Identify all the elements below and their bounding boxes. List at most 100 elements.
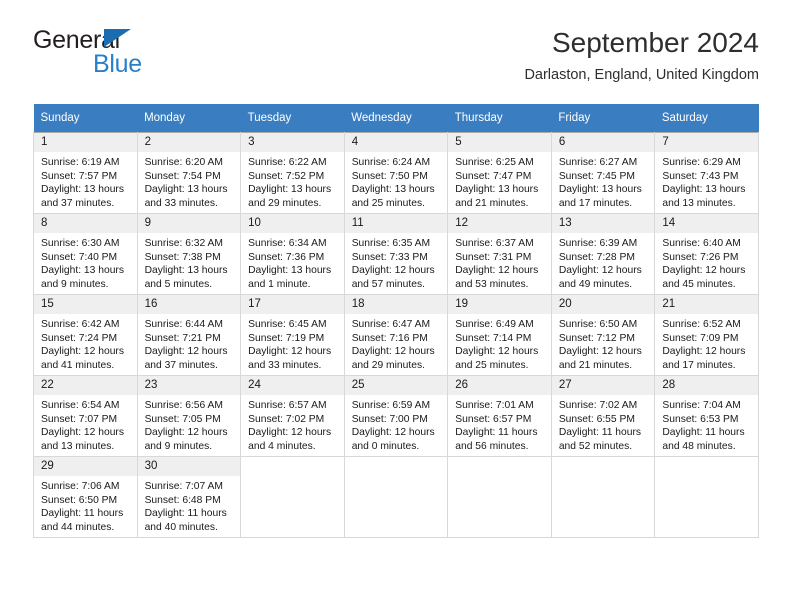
calendar-day-cell[interactable]: 5 Sunrise: 6:25 AM Sunset: 7:47 PM Daylight… [447, 132, 552, 214]
calendar-day-cell[interactable]: 25 Sunrise: 6:59 AM Sunset: 7:00 PM Dayligh… [343, 375, 449, 457]
calendar-day-cell[interactable]: 9 Sunrise: 6:32 AM Sunset: 7:38 PM Daylight… [136, 213, 242, 295]
sunrise-text: Sunrise: 6:22 AM [248, 157, 327, 168]
page-header: General Blue September 2024 Darlaston, E… [33, 26, 759, 98]
sunrise-text: Sunrise: 6:24 AM [351, 157, 431, 168]
calendar-day-cell[interactable]: 3 Sunrise: 6:22 AM Sunset: 7:52 PM Daylight… [240, 132, 345, 214]
day-cell-inner: 19 Sunrise: 6:49 AM Sunset: 7:14 PM Dayligh… [448, 295, 551, 372]
sunset-text: Sunset: 6:50 PM [41, 494, 118, 506]
calendar-day-cell[interactable]: 27 Sunrise: 7:02 AM Sunset: 6:55 PM Dayligh… [550, 375, 656, 457]
calendar-day-cell[interactable]: 28 Sunrise: 7:04 AM Sunset: 6:53 PM Dayligh… [654, 375, 759, 457]
sunrise-text: Sunrise: 6:42 AM [41, 319, 120, 330]
day-cell-inner: 2 Sunrise: 6:20 AM Sunset: 7:54 PM Daylight… [137, 133, 241, 210]
calendar-day-cell[interactable]: 29 Sunrise: 7:06 AM Sunset: 6:50 PM Dayligh… [33, 456, 138, 538]
sunset-text: Sunset: 7:33 PM [351, 251, 428, 263]
day-number: 21 [655, 295, 758, 314]
sunset-text: Sunset: 7:52 PM [248, 170, 325, 182]
day-info: Sunrise: 6:27 AM Sunset: 7:45 PM Daylight:… [552, 152, 655, 210]
day-number: 14 [655, 214, 758, 233]
day-number: 18 [344, 295, 448, 314]
daylight-text-line1: Daylight: 11 hours [144, 508, 227, 520]
calendar-day-cell[interactable]: 14 Sunrise: 6:40 AM Sunset: 7:26 PM Dayligh… [654, 213, 759, 295]
daylight-text-line2: and 1 minute. [248, 278, 311, 290]
sunset-text: Sunset: 7:07 PM [41, 413, 118, 425]
daylight-text-line2: and 9 minutes. [41, 278, 109, 290]
calendar-day-cell[interactable]: 8 Sunrise: 6:30 AM Sunset: 7:40 PM Daylight… [33, 213, 138, 295]
day-info: Sunrise: 6:19 AM Sunset: 7:57 PM Daylight:… [34, 152, 137, 210]
daylight-text-line2: and 17 minutes. [662, 359, 736, 371]
day-number: 22 [34, 376, 137, 395]
daylight-text-line2: and 40 minutes. [144, 521, 218, 533]
sunrise-text: Sunrise: 6:52 AM [662, 319, 741, 330]
sunset-text: Sunset: 7:50 PM [351, 170, 428, 182]
calendar-day-cell[interactable]: 11 Sunrise: 6:35 AM Sunset: 7:33 PM Dayligh… [343, 213, 449, 295]
page-title: September 2024 [551, 27, 759, 58]
day-number: 1 [34, 133, 137, 152]
calendar-day-cell[interactable]: 20 Sunrise: 6:50 AM Sunset: 7:12 PM Dayligh… [550, 294, 656, 376]
day-info: Sunrise: 6:34 AM Sunset: 7:36 PM Daylight:… [241, 233, 344, 291]
calendar-day-cell[interactable]: 26 Sunrise: 7:01 AM Sunset: 6:57 PM Dayligh… [447, 375, 552, 457]
sunset-text: Sunset: 7:21 PM [144, 332, 221, 344]
weekday-header-friday: Friday [551, 104, 655, 133]
day-number: 26 [448, 376, 551, 395]
calendar-day-cell[interactable]: 10 Sunrise: 6:34 AM Sunset: 7:36 PM Dayligh… [240, 213, 345, 295]
daylight-text-line2: and 13 minutes. [662, 197, 736, 209]
daylight-text-line2: and 44 minutes. [41, 521, 115, 533]
daylight-text-line1: Daylight: 12 hours [144, 346, 228, 358]
day-number-empty [655, 457, 758, 476]
calendar-day-cell[interactable]: 24 Sunrise: 6:57 AM Sunset: 7:02 PM Dayligh… [240, 375, 345, 457]
sunrise-text: Sunrise: 6:27 AM [558, 157, 638, 168]
calendar-day-cell[interactable]: 30 Sunrise: 7:07 AM Sunset: 6:48 PM Dayligh… [136, 456, 242, 538]
daylight-text-line1: Daylight: 12 hours [351, 265, 435, 277]
calendar-day-cell[interactable]: 12 Sunrise: 6:37 AM Sunset: 7:31 PM Dayligh… [447, 213, 552, 295]
calendar-day-cell[interactable]: 19 Sunrise: 6:49 AM Sunset: 7:14 PM Dayligh… [447, 294, 552, 376]
calendar-day-cell[interactable]: 1 Sunrise: 6:19 AM Sunset: 7:57 PM Daylight… [33, 132, 138, 214]
weekday-header-monday: Monday [137, 104, 241, 133]
daylight-text-line1: Daylight: 12 hours [144, 427, 228, 439]
calendar-day-cell[interactable]: 7 Sunrise: 6:29 AM Sunset: 7:43 PM Daylight… [654, 132, 759, 214]
day-cell-inner: 8 Sunrise: 6:30 AM Sunset: 7:40 PM Daylight… [34, 214, 137, 291]
daylight-text-line2: and 29 minutes. [351, 359, 425, 371]
calendar-day-cell[interactable]: 17 Sunrise: 6:45 AM Sunset: 7:19 PM Dayligh… [240, 294, 345, 376]
daylight-text-line1: Daylight: 12 hours [455, 265, 539, 277]
calendar-day-cell[interactable]: 6 Sunrise: 6:27 AM Sunset: 7:45 PM Daylight… [550, 132, 656, 214]
sunrise-text: Sunrise: 6:54 AM [41, 400, 120, 411]
day-number-empty [448, 457, 551, 476]
calendar-day-cell[interactable]: 4 Sunrise: 6:24 AM Sunset: 7:50 PM Daylight… [343, 132, 449, 214]
sunrise-text: Sunrise: 6:59 AM [351, 400, 431, 411]
sunset-text: Sunset: 7:54 PM [144, 170, 221, 182]
calendar-week-row: 15 Sunrise: 6:42 AM Sunset: 7:24 PM Dayligh… [33, 294, 759, 376]
sunset-text: Sunset: 6:55 PM [558, 413, 635, 425]
sunrise-text: Sunrise: 7:06 AM [41, 481, 120, 492]
day-info: Sunrise: 6:35 AM Sunset: 7:33 PM Daylight:… [345, 233, 448, 291]
day-info: Sunrise: 6:32 AM Sunset: 7:38 PM Daylight:… [138, 233, 241, 291]
daylight-text-line1: Daylight: 13 hours [41, 184, 124, 196]
calendar-day-cell[interactable]: 22 Sunrise: 6:54 AM Sunset: 7:07 PM Dayligh… [33, 375, 138, 457]
sunset-text: Sunset: 7:43 PM [662, 170, 739, 182]
calendar-day-cell[interactable]: 2 Sunrise: 6:20 AM Sunset: 7:54 PM Daylight… [136, 132, 242, 214]
sunrise-text: Sunrise: 6:29 AM [662, 157, 741, 168]
day-cell-inner: 25 Sunrise: 6:59 AM Sunset: 7:00 PM Dayligh… [344, 376, 448, 453]
calendar-day-cell[interactable]: 16 Sunrise: 6:44 AM Sunset: 7:21 PM Dayligh… [136, 294, 242, 376]
sunset-text: Sunset: 7:16 PM [351, 332, 428, 344]
daylight-text-line2: and 25 minutes. [455, 359, 529, 371]
day-info: Sunrise: 7:06 AM Sunset: 6:50 PM Daylight:… [34, 476, 137, 534]
calendar-day-cell[interactable]: 23 Sunrise: 6:56 AM Sunset: 7:05 PM Dayligh… [136, 375, 242, 457]
sunset-text: Sunset: 7:05 PM [144, 413, 221, 425]
logo-triangle-icon [104, 29, 131, 47]
sunset-text: Sunset: 7:09 PM [662, 332, 739, 344]
calendar-day-cell[interactable]: 21 Sunrise: 6:52 AM Sunset: 7:09 PM Dayligh… [654, 294, 759, 376]
day-number: 4 [344, 133, 448, 152]
day-number: 23 [137, 376, 241, 395]
calendar-day-cell[interactable]: 15 Sunrise: 6:42 AM Sunset: 7:24 PM Dayligh… [33, 294, 138, 376]
sunrise-text: Sunrise: 6:56 AM [144, 400, 223, 411]
calendar-day-cell[interactable]: 13 Sunrise: 6:39 AM Sunset: 7:28 PM Dayligh… [550, 213, 656, 295]
calendar-day-cell[interactable]: 18 Sunrise: 6:47 AM Sunset: 7:16 PM Dayligh… [343, 294, 449, 376]
daylight-text-line1: Daylight: 12 hours [248, 427, 332, 439]
day-info: Sunrise: 6:25 AM Sunset: 7:47 PM Daylight:… [448, 152, 551, 210]
daylight-text-line2: and 25 minutes. [351, 197, 425, 209]
day-info: Sunrise: 6:29 AM Sunset: 7:43 PM Daylight:… [655, 152, 758, 210]
day-info: Sunrise: 6:56 AM Sunset: 7:05 PM Daylight:… [138, 395, 241, 453]
day-info: Sunrise: 7:02 AM Sunset: 6:55 PM Daylight:… [552, 395, 655, 453]
sunrise-text: Sunrise: 6:25 AM [455, 157, 534, 168]
day-cell-inner: 4 Sunrise: 6:24 AM Sunset: 7:50 PM Daylight… [344, 133, 448, 210]
